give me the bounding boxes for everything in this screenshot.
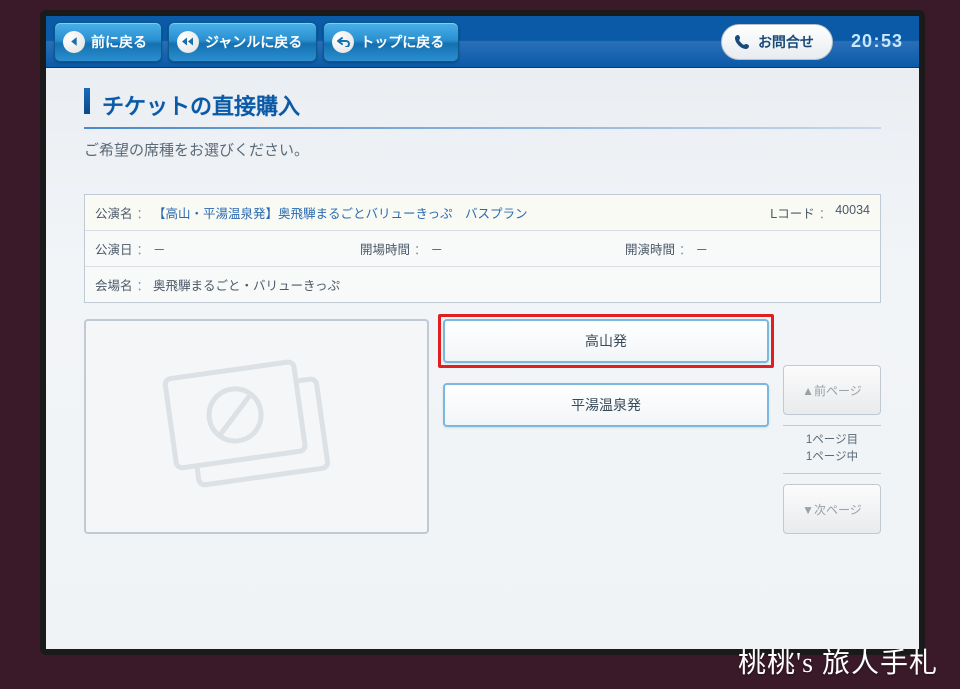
date-value: － bbox=[153, 239, 166, 258]
title-block: チケットの直接購入 ご希望の席種をお選びください。 bbox=[46, 68, 919, 170]
kiosk-screen: 前に戻る ジャンルに戻る トップに戻る お問合せ 20:53 チケットの直接購入 bbox=[40, 10, 925, 655]
pager: ▲前ページ 1ページ目 1ページ中 ▼次ページ bbox=[783, 365, 881, 534]
back-arrow-icon bbox=[63, 31, 85, 53]
page-title: チケットの直接購入 bbox=[102, 89, 300, 121]
clock-display: 20:53 bbox=[851, 31, 903, 52]
rewind-icon bbox=[177, 31, 199, 53]
option-takayama[interactable]: 高山発 bbox=[443, 319, 769, 363]
venue-label: 会場名 bbox=[95, 275, 133, 294]
open-value: － bbox=[431, 239, 444, 258]
start-value: － bbox=[696, 239, 709, 258]
event-name-label: 公演名 bbox=[95, 203, 133, 222]
inquiry-button[interactable]: お問合せ bbox=[721, 24, 833, 60]
no-image-icon bbox=[153, 344, 361, 509]
body-area: 高山発 平湯温泉発 ▲前ページ 1ページ目 1ページ中 ▼次ページ bbox=[84, 319, 881, 534]
prev-page-button[interactable]: ▲前ページ bbox=[783, 365, 881, 415]
event-info-panel: 公演名 ： 【高山・平湯温泉発】奥飛騨まるごとバリューきっぷ バスプラン Lコー… bbox=[84, 194, 881, 303]
genre-button[interactable]: ジャンルに戻る bbox=[168, 22, 317, 62]
back-label: 前に戻る bbox=[91, 32, 147, 52]
top-button[interactable]: トップに戻る bbox=[323, 22, 459, 62]
clock-hour: 20 bbox=[851, 31, 873, 51]
top-label: トップに戻る bbox=[360, 32, 444, 52]
inquiry-label: お問合せ bbox=[758, 32, 814, 52]
page-total: 1ページ中 bbox=[783, 449, 881, 466]
back-button[interactable]: 前に戻る bbox=[54, 22, 162, 62]
title-rule bbox=[84, 127, 881, 129]
venue-value: 奥飛騨まるごと・バリューきっぷ bbox=[153, 275, 340, 294]
page-current: 1ページ目 bbox=[783, 432, 881, 449]
return-icon bbox=[332, 31, 354, 53]
genre-label: ジャンルに戻る bbox=[205, 32, 302, 52]
event-image-placeholder bbox=[84, 319, 429, 534]
page-indicator: 1ページ目 1ページ中 bbox=[783, 425, 881, 474]
seat-options: 高山発 平湯温泉発 bbox=[443, 319, 769, 534]
title-accent-bar bbox=[84, 88, 90, 114]
next-page-button[interactable]: ▼次ページ bbox=[783, 484, 881, 534]
page-subtitle: ご希望の席種をお選びください。 bbox=[84, 139, 881, 160]
open-label: 開場時間 bbox=[360, 239, 410, 258]
highlight-box: 高山発 bbox=[438, 314, 774, 368]
lcode-value: 40034 bbox=[835, 203, 870, 222]
clock-min: 53 bbox=[881, 31, 903, 51]
date-label: 公演日 bbox=[95, 239, 133, 258]
start-label: 開演時間 bbox=[625, 239, 675, 258]
event-name-value: 【高山・平湯温泉発】奥飛騨まるごとバリューきっぷ バスプラン bbox=[153, 203, 528, 222]
option-hirayu[interactable]: 平湯温泉発 bbox=[443, 383, 769, 427]
top-nav-bar: 前に戻る ジャンルに戻る トップに戻る お問合せ 20:53 bbox=[46, 16, 919, 68]
lcode-label: Lコード bbox=[770, 203, 814, 222]
phone-icon bbox=[734, 34, 750, 50]
